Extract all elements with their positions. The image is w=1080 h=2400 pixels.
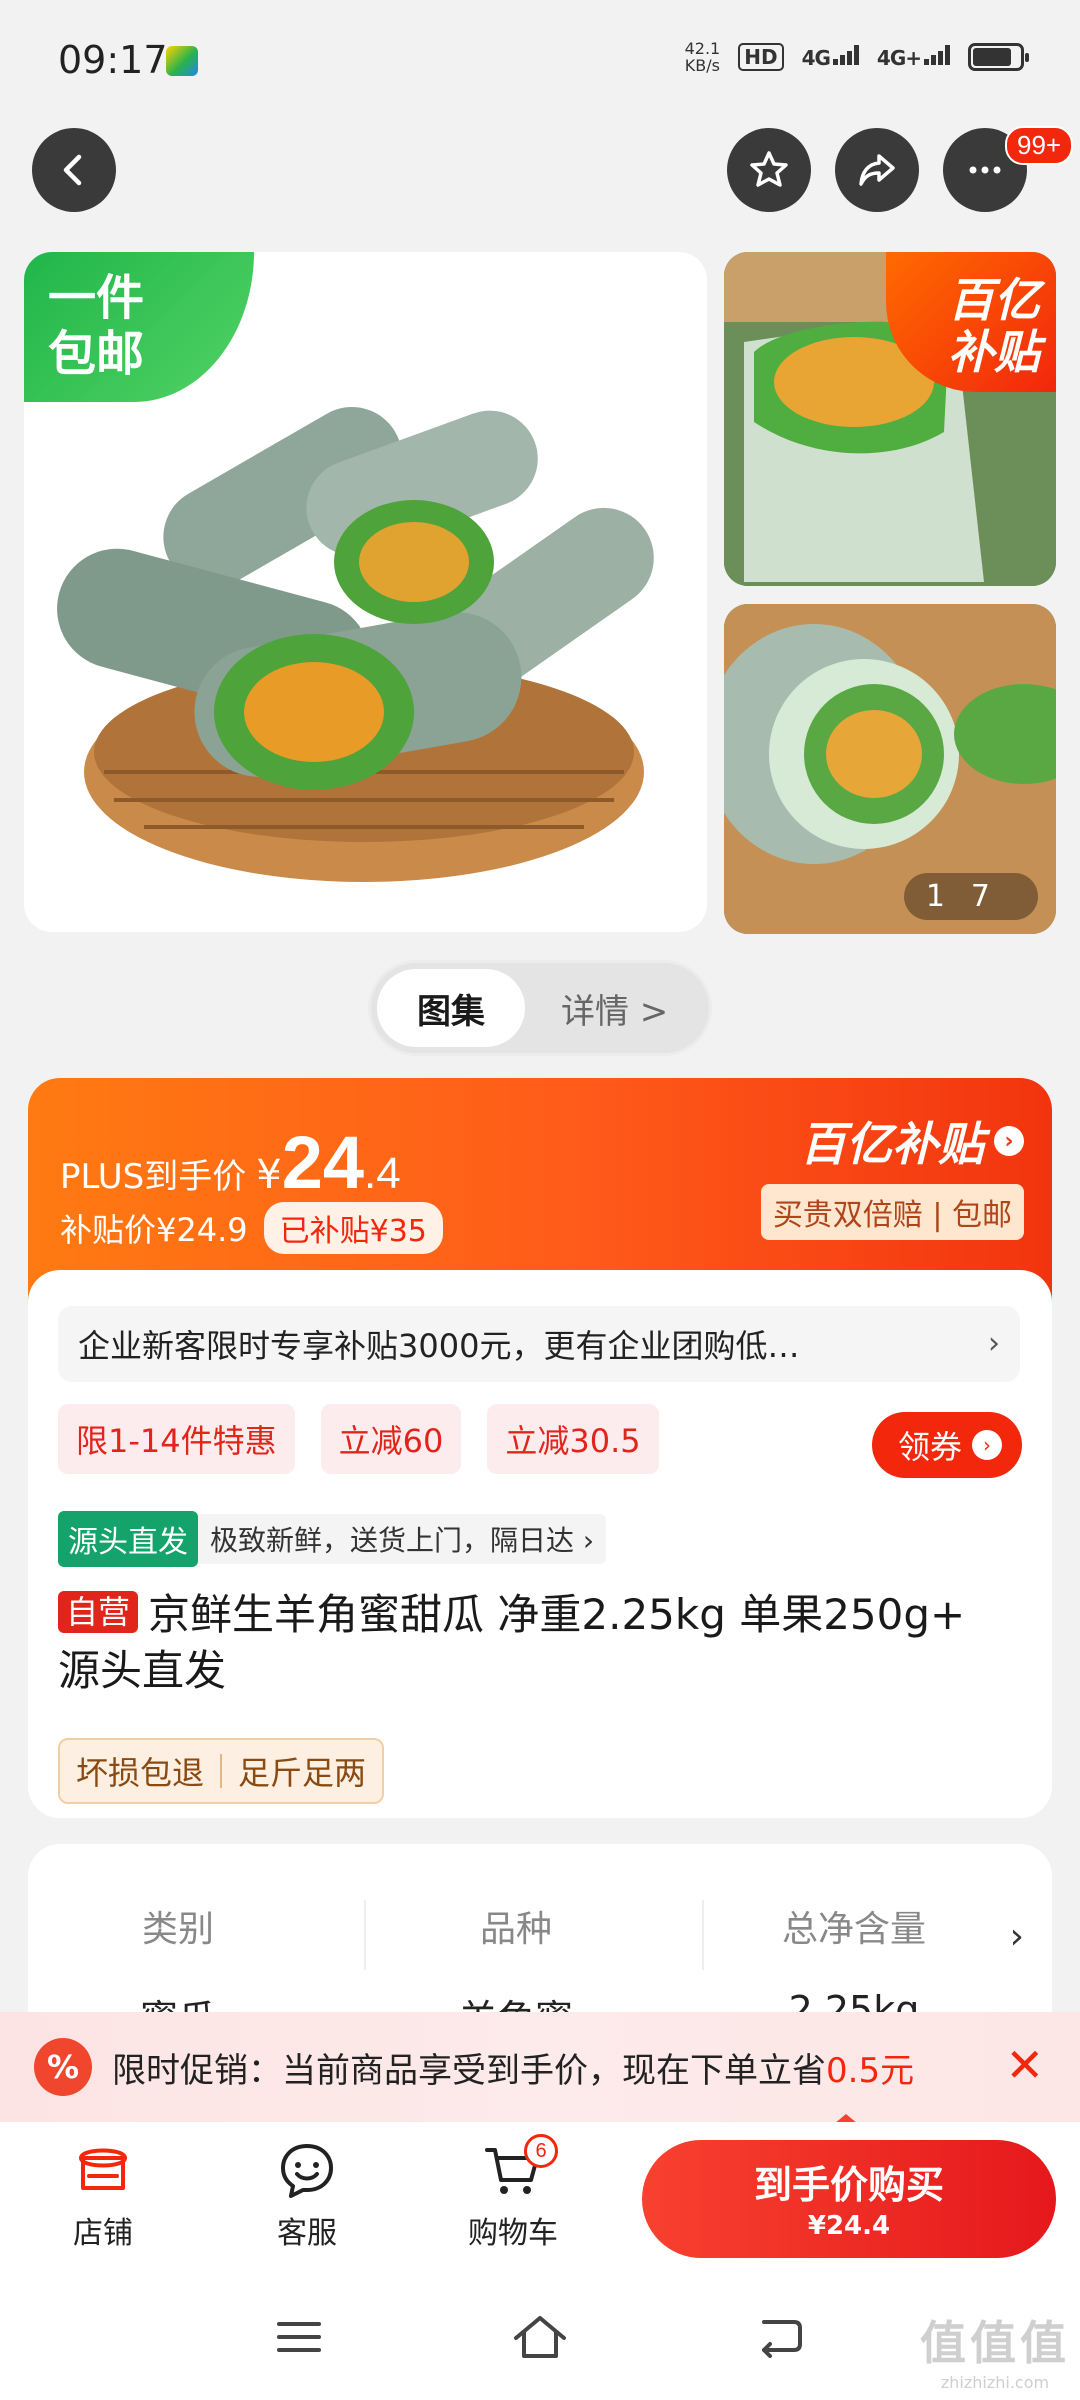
cart-tab[interactable]: 6 购物车: [438, 2134, 588, 2252]
signal-icon: 4G: [802, 44, 859, 70]
product-gallery[interactable]: 一件 包邮 百亿 补贴 17: [0, 248, 1080, 938]
star-icon: [750, 151, 788, 187]
tab-details[interactable]: 详情 >: [561, 969, 668, 1047]
signal-icon-2: 4G+: [877, 44, 950, 70]
side-image-1[interactable]: 百亿 补贴: [724, 252, 1056, 586]
app-notification-icon: [166, 46, 198, 76]
status-bar: 09:17 42.1 KB/s HD 4G 4G+: [0, 0, 1080, 120]
gallery-detail-switch: 图集 详情 >: [368, 960, 712, 1056]
clock: 09:17: [58, 38, 168, 82]
subsidy-program[interactable]: 百亿补贴 › 买贵双倍赔 | 包邮: [760, 1108, 1024, 1240]
discount-tag[interactable]: 立减30.5: [487, 1404, 659, 1474]
spec-card[interactable]: 类别 蜜瓜 品种 羊角蜜 总净含量 2.25kg ›: [28, 1844, 1052, 2024]
subsidy-logo: 百亿补贴: [800, 1117, 984, 1171]
watermark: 值值值 zhizhizhi.com: [920, 2316, 1070, 2392]
battery-icon: [968, 43, 1029, 71]
hd-voice-icon: HD: [738, 43, 784, 71]
menu-icon[interactable]: [274, 2312, 324, 2362]
free-shipping-ribbon: 一件 包邮: [24, 252, 254, 402]
plus-price: PLUS到手价 ¥ 24 .4: [60, 1121, 401, 1204]
buy-now-button[interactable]: 到手价购买 ¥24.4: [642, 2140, 1056, 2258]
share-button[interactable]: [835, 128, 919, 212]
net-speed: 42.1 KB/s: [684, 39, 721, 75]
spec-item: 总净含量 2.25kg: [781, 1909, 926, 2024]
discount-percent-icon: %: [34, 2038, 92, 2096]
share-icon: [859, 154, 895, 186]
origin-shipping[interactable]: 源头直发 极致新鲜，送货上门，隔日达 ›: [58, 1511, 607, 1567]
get-coupon-button[interactable]: 领券 ›: [871, 1412, 1022, 1478]
chevron-right-icon: ›: [1009, 1916, 1024, 1957]
subsidy-price-line: 补贴价¥24.9 已补贴¥35: [60, 1202, 443, 1254]
chevron-right-icon: ›: [972, 1430, 1002, 1460]
price-card: PLUS到手价 ¥ 24 .4 补贴价¥24.9 已补贴¥35 百亿补贴 › 买贵…: [28, 1078, 1052, 1818]
store-icon: [78, 2148, 128, 2190]
main-product-image[interactable]: 一件 包邮: [24, 252, 707, 932]
subsidy-benefits: 买贵双倍赔 | 包邮: [760, 1184, 1024, 1240]
tab-gallery[interactable]: 图集: [377, 969, 525, 1047]
limited-promo-banner[interactable]: % 限时促销：当前商品享受到手价，现在下单立省0.5元 ✕: [0, 2012, 1080, 2122]
bottom-action-bar: 店铺 客服 6 购物车 到手价购买 ¥24.4: [0, 2122, 1080, 2272]
service-guarantees[interactable]: 坏损包退 足斤足两: [58, 1738, 385, 1804]
message-badge: 99+: [1005, 126, 1074, 165]
origin-badge: 源头直发: [58, 1511, 198, 1567]
self-operated-badge: 自营: [58, 1591, 139, 1633]
shop-tab[interactable]: 店铺: [28, 2138, 178, 2252]
enterprise-promo[interactable]: 企业新客限时专享补贴3000元，更有企业团购低… ›: [58, 1306, 1020, 1382]
back-nav-icon[interactable]: [754, 2312, 804, 2362]
status-icons: 42.1 KB/s HD 4G 4G+: [684, 39, 1029, 75]
more-dots-icon: [969, 166, 1001, 174]
system-navigation-bar: 值值值 zhizhizhi.com: [0, 2272, 1080, 2400]
chevron-right-icon: ›: [988, 1326, 1000, 1361]
home-icon[interactable]: [512, 2312, 568, 2362]
product-title: 自营 京鲜生羊角蜜甜瓜 净重2.25kg 单果250g+ 源头直发: [58, 1590, 966, 1695]
discount-tag[interactable]: 限1-14件特惠: [58, 1404, 295, 1474]
chevron-left-icon: [63, 154, 82, 186]
discount-tags: 限1-14件特惠 立减60 立减30.5: [58, 1404, 659, 1474]
chevron-right-icon: ›: [994, 1126, 1024, 1156]
side-image-2[interactable]: 17: [724, 604, 1056, 934]
close-icon[interactable]: ✕: [1005, 2038, 1044, 2092]
spec-item: 品种 羊角蜜: [458, 1909, 573, 2024]
favorite-button[interactable]: [727, 128, 811, 212]
image-counter: 17: [903, 873, 1038, 920]
discount-tag[interactable]: 立减60: [320, 1404, 462, 1474]
subsidy-badge: 百亿 补贴: [886, 252, 1056, 392]
spec-item: 类别 蜜瓜: [139, 1909, 216, 2024]
customer-service-tab[interactable]: 客服: [232, 2138, 382, 2252]
promo-section: 企业新客限时专享补贴3000元，更有企业团购低… › 限1-14件特惠 立减60…: [28, 1270, 1052, 1818]
subsidized-tag: 已补贴¥35: [263, 1202, 443, 1254]
back-button[interactable]: [32, 128, 116, 212]
cart-count-badge: 6: [524, 2134, 558, 2168]
chat-smile-icon: [281, 2144, 333, 2198]
